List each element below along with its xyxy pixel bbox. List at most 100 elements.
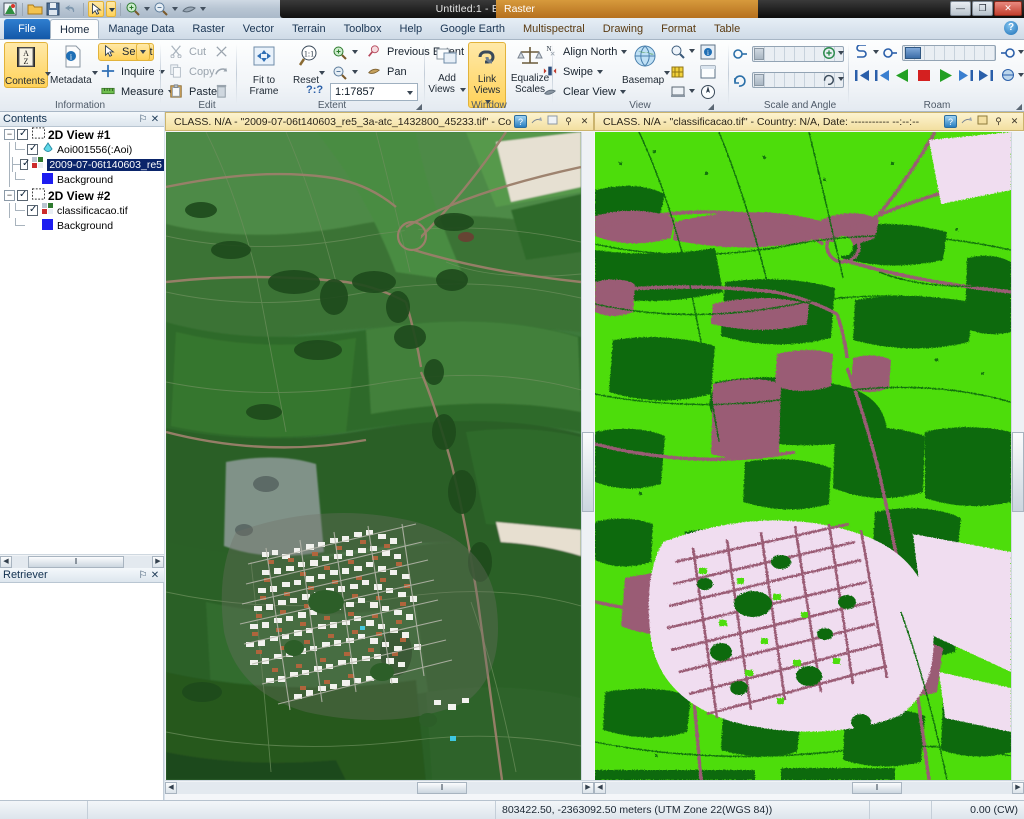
scale-end-icon[interactable] — [822, 46, 836, 63]
save-icon[interactable] — [45, 1, 61, 17]
scale-slider-thumb[interactable] — [754, 48, 764, 60]
select-tool-dropdown[interactable] — [136, 43, 150, 61]
extent-dialog-launcher-icon[interactable]: ◢ — [416, 102, 422, 111]
view-2-help-icon[interactable]: ? — [944, 115, 957, 128]
scale-end-caret-icon[interactable] — [838, 51, 844, 55]
rotate-handle-icon[interactable] — [732, 72, 748, 91]
tree-item-raster-2[interactable]: classificacao.tif — [0, 203, 164, 218]
scale-bar-icon[interactable] — [670, 64, 686, 83]
view-2-canvas[interactable] — [595, 132, 1011, 780]
roam-settings-icon[interactable] — [1000, 68, 1018, 85]
view-1-vscroll-thumb[interactable] — [582, 432, 594, 512]
view-1-canvas[interactable] — [166, 132, 581, 780]
aoi-checkbox[interactable] — [27, 143, 38, 155]
align-north-button[interactable]: N Align North — [540, 43, 630, 61]
undo-icon[interactable] — [63, 1, 79, 17]
view-2-pin-icon[interactable]: ⚲ — [992, 115, 1005, 128]
contents-pin-icon[interactable]: ⚐ — [137, 114, 149, 125]
pan-dropdown-icon[interactable] — [199, 1, 207, 17]
reset-button[interactable]: 1:1 Reset — [288, 42, 330, 86]
scale-handle-icon[interactable] — [732, 46, 748, 65]
contents-tree[interactable]: − 2D View #1 Aoi001556(:Aoi) — [0, 127, 164, 554]
tab-drawing[interactable]: Drawing — [594, 19, 652, 39]
roam-dialog-launcher-icon[interactable]: ◢ — [1016, 102, 1022, 111]
contents-scroll-thumb[interactable]: ‖ — [28, 555, 124, 568]
roam-path-icon[interactable] — [854, 44, 870, 64]
play-reverse-icon[interactable] — [894, 68, 912, 85]
view-1-scroll-thumb[interactable]: ‖ — [417, 781, 467, 794]
view-2-close-icon[interactable]: ✕ — [1008, 115, 1021, 128]
view-1-checkbox[interactable] — [17, 128, 28, 140]
cut-button[interactable]: Cut — [166, 43, 209, 61]
zoom-in-dropdown-icon[interactable] — [143, 1, 151, 17]
view-restore-icon[interactable] — [530, 115, 543, 128]
select-arrow-icon[interactable] — [88, 1, 104, 17]
play-forward-icon[interactable] — [938, 68, 956, 85]
scale-input[interactable]: 1:17857 — [330, 83, 418, 101]
view-1-title-bar[interactable]: CLASS. N/A - "2009-07-06t140603_re5_3a-a… — [165, 112, 594, 131]
view-properties-icon[interactable]: i — [700, 44, 716, 63]
skip-end-icon[interactable] — [978, 68, 996, 85]
fit-to-frame-button[interactable]: Fit to Frame — [242, 42, 286, 97]
tab-raster[interactable]: Raster — [183, 19, 233, 39]
swipe-button[interactable]: Swipe — [540, 63, 606, 81]
minimize-button[interactable]: — — [950, 1, 971, 16]
redo-arrow-icon[interactable] — [214, 64, 229, 82]
swipe-caret-icon[interactable] — [596, 70, 603, 74]
view-1-horizontal-scrollbar[interactable]: ◀ ‖ ▶ — [165, 780, 594, 794]
zoom-in-extent-icon[interactable] — [332, 45, 348, 64]
view-maximize-icon[interactable] — [546, 115, 559, 128]
metadata-button[interactable]: i Metadata — [50, 42, 98, 86]
basemap-button[interactable]: Basemap — [622, 42, 671, 86]
view-2-restore-icon[interactable] — [960, 115, 973, 128]
frame-icon[interactable] — [700, 64, 716, 83]
view-close-icon[interactable]: ✕ — [578, 115, 591, 128]
tab-google-earth[interactable]: Google Earth — [431, 19, 514, 39]
tree-item-raster-1[interactable]: 2009-07-06t140603_re5 — [0, 157, 164, 172]
zoom-out-extent-caret-icon[interactable] — [352, 70, 358, 74]
copy-button[interactable]: Copy — [166, 63, 218, 81]
tab-help[interactable]: Help — [391, 19, 432, 39]
expand-collapse-icon-2[interactable]: − — [4, 190, 15, 201]
contents-scroll-track[interactable]: ‖ — [12, 555, 152, 568]
view-2-scroll-right-icon[interactable]: ▶ — [1012, 781, 1024, 794]
tree-item-view-2[interactable]: − 2D View #2 — [0, 188, 164, 203]
roam-end-caret-icon[interactable] — [1018, 50, 1024, 54]
retriever-list[interactable] — [0, 583, 164, 819]
view-2-vertical-scrollbar[interactable] — [1011, 132, 1024, 780]
view-1-scroll-right-icon[interactable]: ▶ — [582, 781, 594, 794]
zoom-out-extent-icon[interactable] — [332, 65, 348, 84]
stop-icon[interactable] — [916, 68, 934, 85]
view-2-title-bar[interactable]: CLASS. N/A - "classificacao.tif" - Count… — [594, 112, 1024, 131]
view-2-scroll-left-icon[interactable]: ◀ — [594, 781, 606, 794]
pan-icon[interactable] — [181, 1, 197, 17]
inquire-button[interactable]: Inquire — [98, 63, 168, 81]
pan-button[interactable]: Pan — [364, 63, 410, 81]
tab-home[interactable]: Home — [50, 19, 100, 39]
tab-manage-data[interactable]: Manage Data — [99, 19, 183, 39]
tab-table[interactable]: Table — [705, 19, 749, 39]
clear-view-button[interactable]: Clear View — [540, 83, 629, 101]
view-pin-icon[interactable]: ⚲ — [562, 115, 575, 128]
roam-end-icon[interactable] — [1000, 45, 1016, 64]
view-dialog-launcher-icon[interactable]: ◢ — [708, 102, 714, 111]
metadata-menu-caret-icon[interactable] — [91, 71, 98, 86]
view-2-scroll-track[interactable]: ‖ — [606, 781, 1012, 794]
view-2-checkbox[interactable] — [17, 189, 28, 201]
skip-start-icon[interactable] — [854, 68, 872, 85]
retriever-close-icon[interactable]: ✕ — [149, 570, 161, 581]
view-2-vscroll-thumb[interactable] — [1012, 432, 1024, 512]
tab-vector[interactable]: Vector — [234, 19, 283, 39]
view-2-maximize-icon[interactable] — [976, 115, 989, 128]
step-back-icon[interactable] — [874, 68, 892, 85]
magnifier-icon[interactable] — [670, 44, 686, 63]
select-dropdown-icon[interactable] — [106, 1, 116, 17]
link-views-button[interactable]: Link Views — [468, 42, 506, 108]
view-1-scroll-left-icon[interactable]: ◀ — [165, 781, 177, 794]
zoom-out-icon[interactable] — [153, 1, 169, 17]
tree-item-aoi[interactable]: Aoi001556(:Aoi) — [0, 142, 164, 157]
contents-close-icon[interactable]: ✕ — [149, 114, 161, 125]
angle-slider-thumb[interactable] — [754, 74, 764, 86]
roam-settings-caret-icon[interactable] — [1018, 73, 1024, 77]
retriever-pin-icon[interactable]: ⚐ — [137, 570, 149, 581]
